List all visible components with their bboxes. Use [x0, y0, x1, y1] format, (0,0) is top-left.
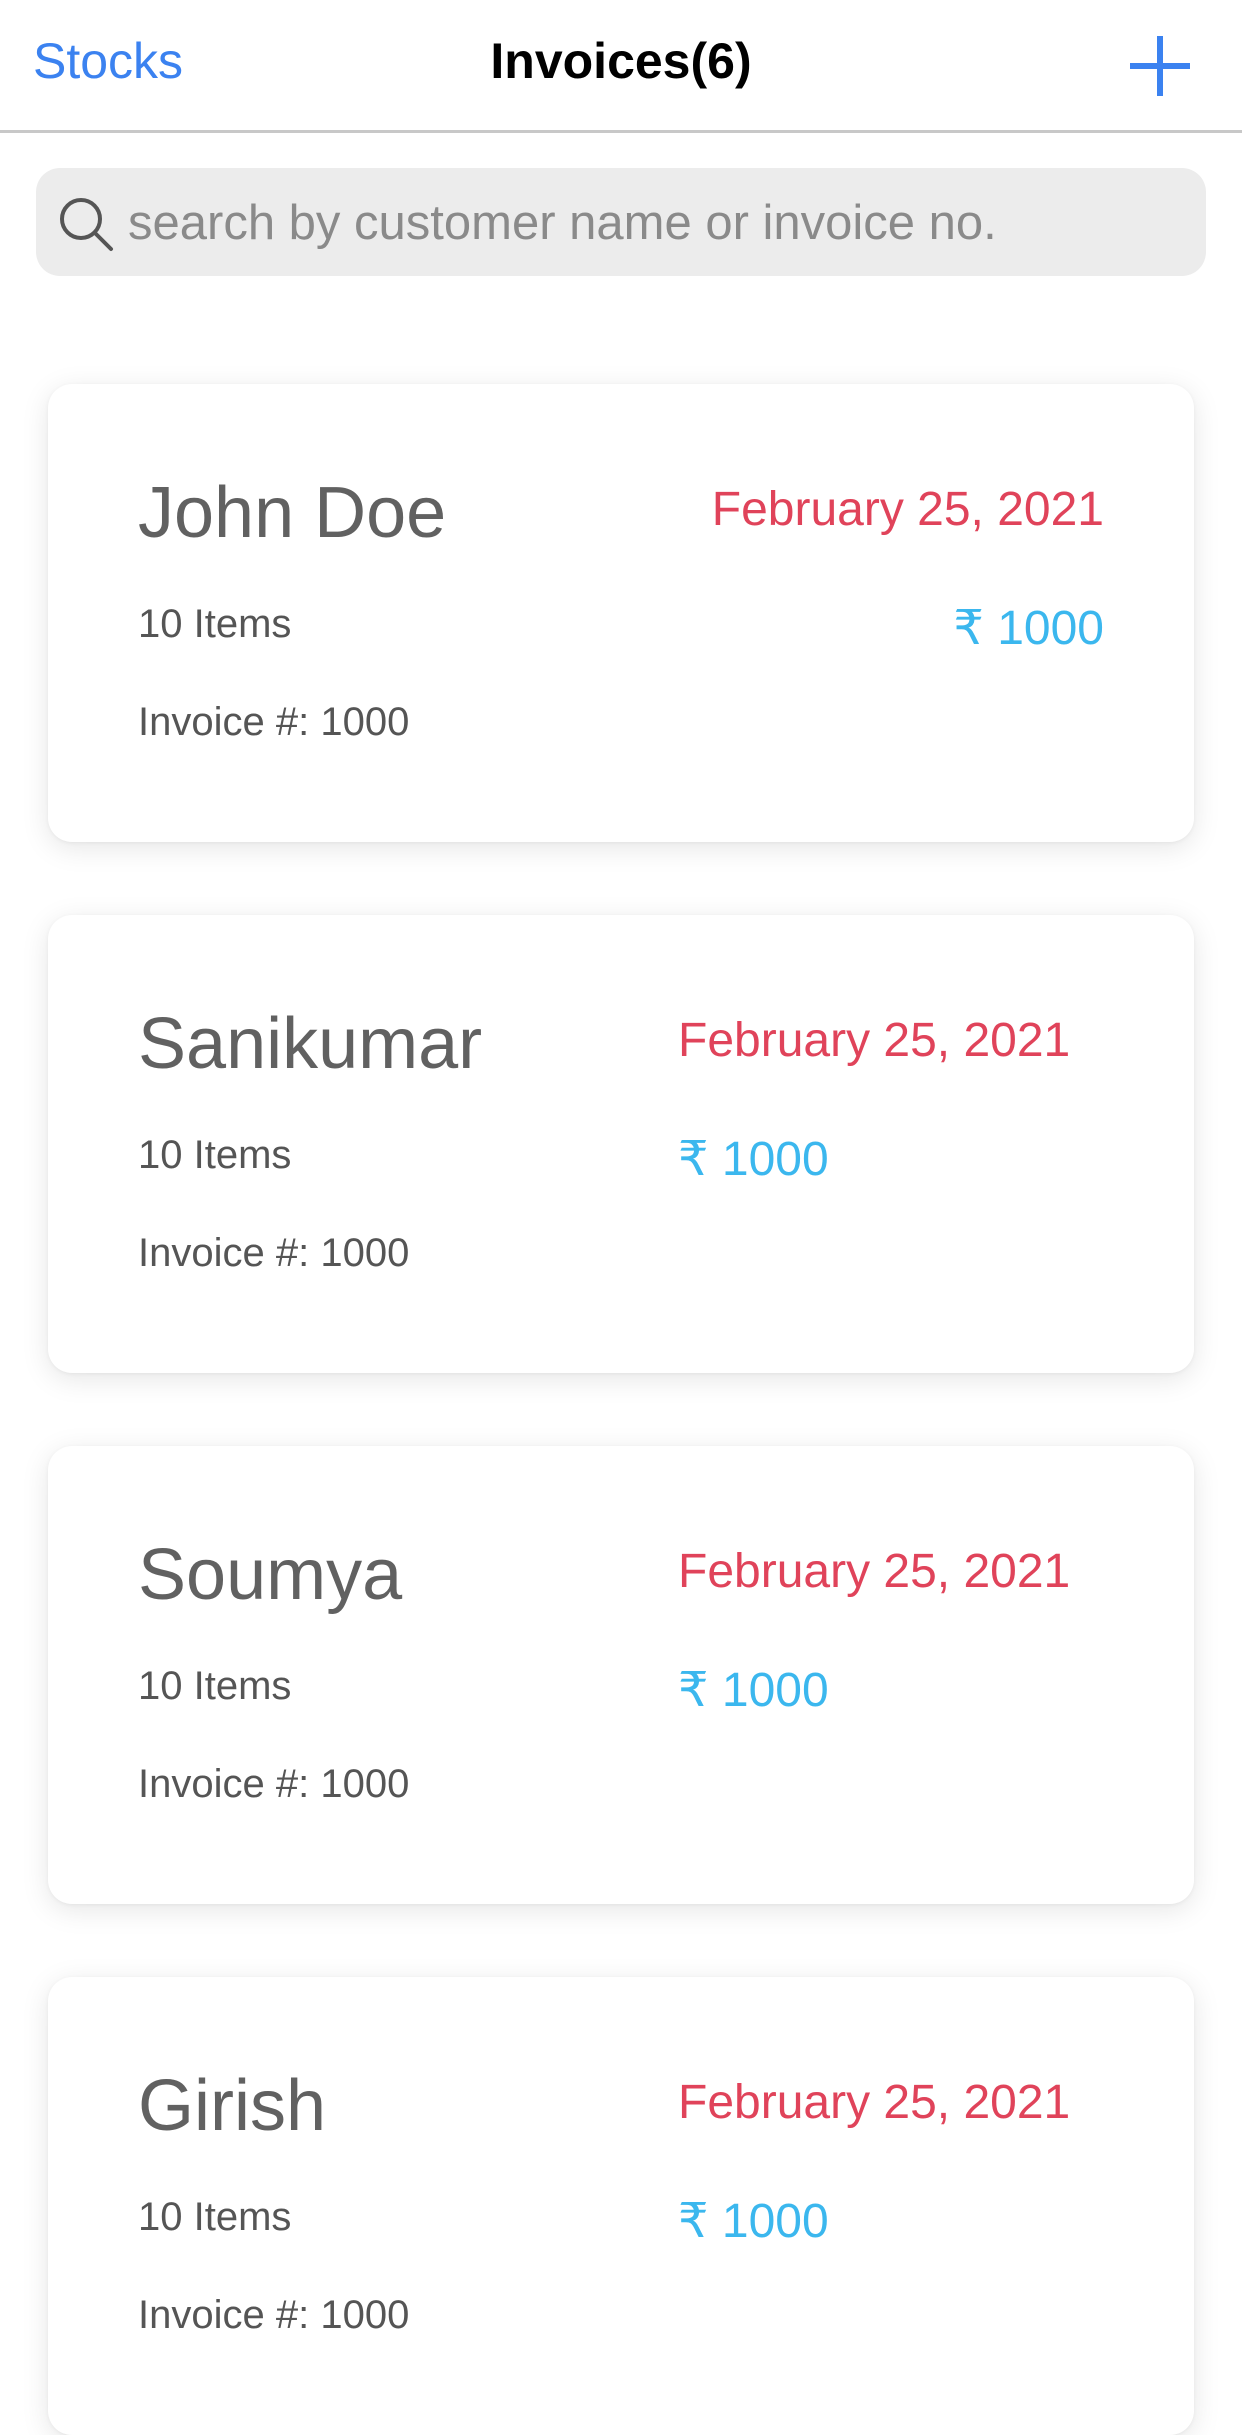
invoice-number: Invoice #: 1000 — [138, 2293, 410, 2337]
invoice-amount: ₹ 1000 — [953, 602, 1104, 655]
invoice-card[interactable]: Soumya February 25, 2021 10 Items ₹ 1000… — [48, 1446, 1194, 1904]
customer-name: John Doe — [138, 473, 447, 553]
invoice-number: Invoice #: 1000 — [138, 700, 410, 744]
invoice-card[interactable]: Sanikumar February 25, 2021 10 Items ₹ 1… — [48, 915, 1194, 1373]
search-bar[interactable] — [36, 168, 1206, 276]
item-count: 10 Items — [138, 1664, 292, 1708]
invoice-date: February 25, 2021 — [678, 1545, 1071, 1598]
invoice-number: Invoice #: 1000 — [138, 1762, 410, 1806]
invoice-amount: ₹ 1000 — [678, 1664, 829, 1717]
invoice-date: February 25, 2021 — [678, 2076, 1071, 2129]
invoice-card[interactable]: John Doe February 25, 2021 10 Items ₹ 10… — [48, 384, 1194, 842]
item-count: 10 Items — [138, 2195, 292, 2239]
top-nav-bar: Stocks Invoices(6) — [0, 0, 1242, 133]
invoice-amount: ₹ 1000 — [678, 1133, 829, 1186]
plus-icon[interactable] — [1128, 34, 1192, 98]
search-input[interactable] — [126, 182, 1190, 264]
invoice-amount: ₹ 1000 — [678, 2195, 829, 2248]
invoice-date: February 25, 2021 — [678, 1014, 1071, 1067]
invoice-card[interactable]: Girish February 25, 2021 10 Items ₹ 1000… — [48, 1977, 1194, 2435]
customer-name: Girish — [138, 2066, 327, 2146]
invoice-number: Invoice #: 1000 — [138, 1231, 410, 1275]
item-count: 10 Items — [138, 602, 292, 646]
search-icon — [60, 198, 113, 251]
page-title: Invoices(6) — [490, 33, 752, 89]
customer-name: Soumya — [138, 1535, 403, 1615]
invoice-date: February 25, 2021 — [711, 483, 1104, 536]
customer-name: Sanikumar — [138, 1004, 483, 1084]
item-count: 10 Items — [138, 1133, 292, 1177]
